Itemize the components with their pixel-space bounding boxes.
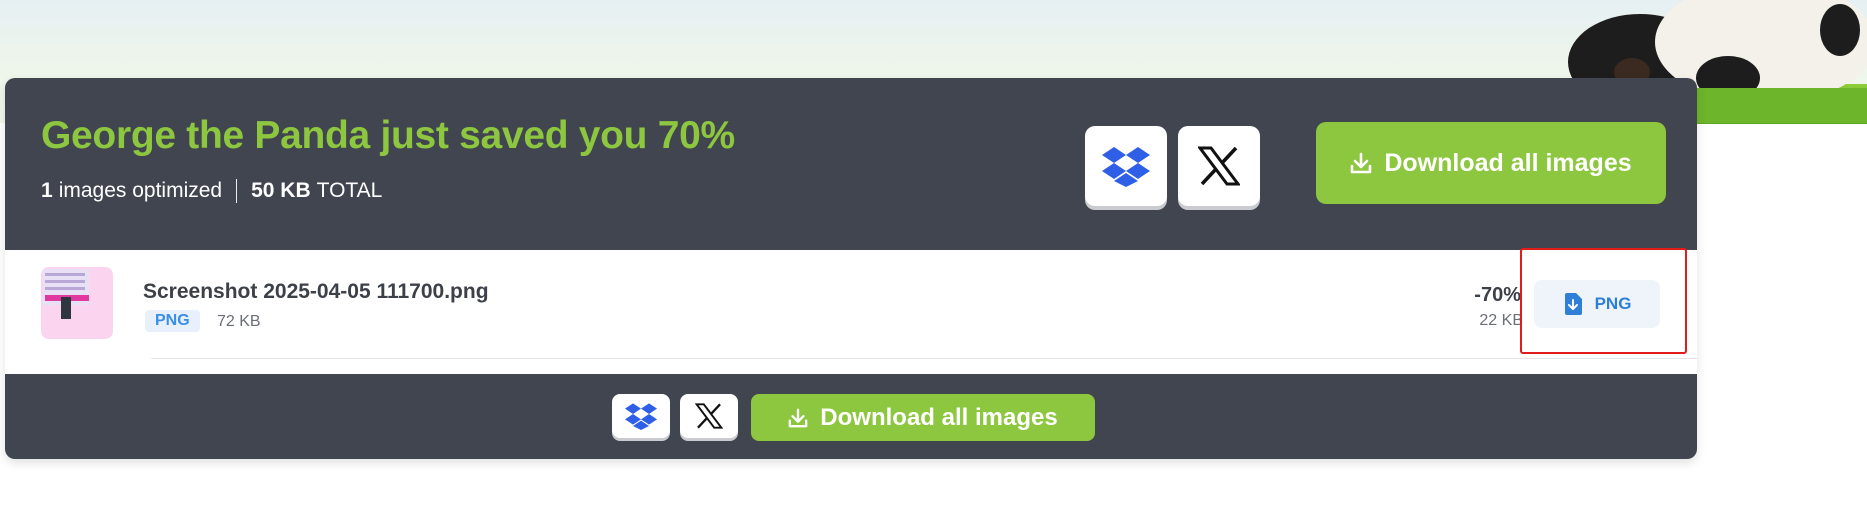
file-thumbnail — [41, 267, 113, 339]
dropbox-icon — [1102, 147, 1150, 187]
file-download-icon — [1564, 293, 1582, 315]
share-on-x-button[interactable] — [1178, 126, 1260, 206]
x-logo-icon — [695, 403, 723, 429]
summary-divider — [236, 179, 238, 203]
save-to-dropbox-button[interactable] — [1085, 126, 1167, 206]
results-panel: George the Panda just saved you 70% 1 im… — [5, 78, 1697, 459]
original-size: 72 KB — [217, 313, 261, 330]
x-logo-icon — [1198, 146, 1240, 186]
download-png-button[interactable]: PNG — [1534, 280, 1660, 328]
share-on-x-button-bottom[interactable] — [680, 394, 738, 438]
download-icon — [1351, 152, 1372, 174]
total-label: TOTAL — [316, 179, 383, 202]
download-all-label: Download all images — [1384, 148, 1632, 177]
total-size: 50 KB — [251, 179, 311, 202]
dropbox-icon — [625, 403, 657, 430]
file-name: Screenshot 2025-04-05 111700.png — [143, 280, 489, 303]
download-all-button[interactable]: Download all images — [1316, 122, 1666, 204]
images-label: images optimized — [58, 179, 223, 202]
images-count: 1 — [41, 179, 53, 202]
saving-percent: -70% — [1474, 284, 1521, 306]
optimization-summary: 1 images optimized 50 KB TOTAL — [41, 179, 382, 203]
download-icon — [788, 408, 808, 427]
file-row: Screenshot 2025-04-05 111700.png PNG 72 … — [5, 250, 1697, 374]
download-all-button-bottom[interactable]: Download all images — [751, 394, 1095, 441]
download-png-label: PNG — [1594, 294, 1632, 313]
new-size: 22 KB — [1479, 312, 1523, 329]
row-divider — [151, 358, 1697, 359]
savings-headline: George the Panda just saved you 70% — [41, 114, 735, 157]
save-to-dropbox-button-bottom[interactable] — [612, 394, 670, 438]
file-format-badge: PNG — [145, 310, 200, 332]
download-all-label-bottom: Download all images — [820, 403, 1058, 431]
